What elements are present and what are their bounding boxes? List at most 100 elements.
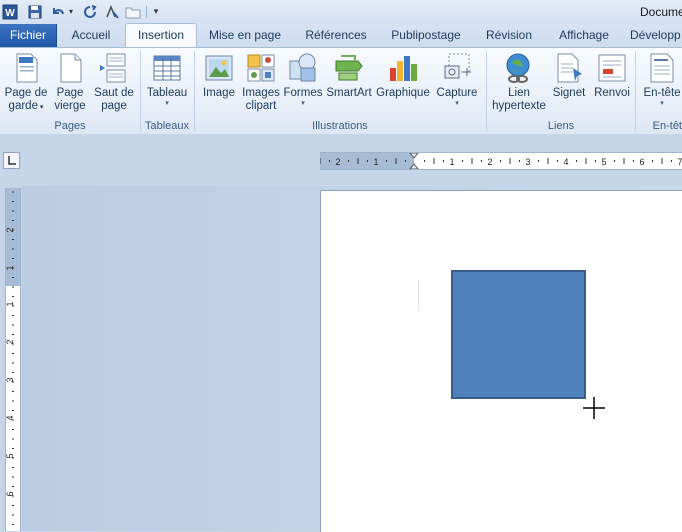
crossref-button[interactable]: Renvoi <box>591 52 633 100</box>
blank-page-button[interactable]: Page vierge <box>52 52 88 113</box>
tab-insertion[interactable]: Insertion <box>125 23 197 49</box>
ribbon-tabs: Fichier Accueil Insertion Mise en page R… <box>0 23 682 49</box>
page-break-button[interactable]: Saut de page <box>92 52 136 113</box>
word-app-icon[interactable]: W <box>2 3 18 20</box>
image-button[interactable]: Image <box>199 52 239 100</box>
ruler-label: 2 <box>6 227 15 232</box>
hyperlink-label-1: Lien <box>508 87 530 99</box>
chevron-down-icon: ▾ <box>455 100 459 107</box>
redo-icon[interactable] <box>82 3 98 20</box>
smartart-label: SmartArt <box>326 87 372 99</box>
clipart-button[interactable]: Images clipart <box>241 52 281 113</box>
ruler-label: 1 <box>6 265 15 270</box>
clipart-label-2: clipart <box>245 100 277 112</box>
tab-revision[interactable]: Révision <box>480 24 538 47</box>
chevron-down-icon: ▾ <box>37 104 44 111</box>
tab-fichier[interactable]: Fichier <box>0 24 57 47</box>
bookmark-button[interactable]: Signet <box>549 52 589 100</box>
ruler-ticks: 2 1 1 2 3 4 5 6 7 <box>320 153 682 169</box>
customize-icon[interactable]: ▾ <box>151 3 161 20</box>
group-label-illustrations: Illustrations <box>312 120 368 132</box>
clipart-icon <box>247 54 275 82</box>
screenshot-icon <box>444 53 471 79</box>
tab-selector-button[interactable] <box>3 152 20 169</box>
ruler-label: 1 <box>373 157 378 167</box>
header-icon <box>650 53 674 83</box>
toolbar-separator <box>146 6 147 18</box>
tab-accueil[interactable]: Accueil <box>66 24 116 47</box>
cover-page-label-2: garde <box>8 100 38 112</box>
crossref-label: Renvoi <box>594 87 630 99</box>
page-break-label-2: page <box>101 100 127 112</box>
hyperlink-button[interactable]: Lien hypertexte <box>489 52 549 113</box>
group-illustrations: Image Images clipart Formes ▾ SmartArt G… <box>195 48 485 134</box>
screenshot-button[interactable]: Capture ▾ <box>433 52 481 108</box>
undo-dropdown-icon[interactable]: ▾ <box>67 3 75 20</box>
header-label: En-tête <box>643 87 681 99</box>
chart-label: Graphique <box>376 87 430 99</box>
ruler-label: 6 <box>639 157 644 167</box>
chart-icon <box>390 56 417 81</box>
ribbon: Page de garde ▾ Page vierge Saut de page… <box>0 47 682 135</box>
table-button[interactable]: Tableau ▾ <box>143 52 191 108</box>
svg-text:W: W <box>5 8 15 19</box>
indent-marker[interactable] <box>409 153 419 169</box>
group-links: Lien hypertexte Signet Renvoi Liens <box>487 48 635 134</box>
chevron-down-icon: ▾ <box>301 100 305 107</box>
group-label-tables: Tableaux <box>144 120 190 132</box>
chevron-down-icon: ▾ <box>660 100 664 107</box>
cover-page-label-1: Page de <box>4 87 48 99</box>
group-pages: Page de garde ▾ Page vierge Saut de page… <box>0 48 140 134</box>
tab-stop-icon <box>8 156 16 165</box>
group-label-links: Liens <box>547 120 575 132</box>
ruler-label: 2 <box>335 157 340 167</box>
ruler-label: 3 <box>6 377 15 382</box>
ruler-label: 1 <box>6 301 15 306</box>
page-break-label-1: Saut de <box>94 87 134 99</box>
vertical-ruler[interactable]: 2 1 1 2 3 4 5 6 <box>5 188 21 531</box>
tab-developpeur[interactable]: Développ <box>630 24 682 47</box>
format-painter-icon[interactable] <box>104 3 120 20</box>
folder-icon[interactable] <box>125 3 141 20</box>
rectangle-shape[interactable] <box>451 270 586 399</box>
shapes-icon <box>289 53 316 82</box>
page-break-icon <box>100 53 126 83</box>
hyperlink-icon <box>506 53 530 83</box>
save-icon[interactable] <box>27 3 43 20</box>
ruler-label: 7 <box>677 157 682 167</box>
image-icon <box>205 55 233 81</box>
crosshair-cursor-icon <box>583 397 605 419</box>
smartart-button[interactable]: SmartArt <box>325 52 373 100</box>
screenshot-label: Capture <box>436 87 478 99</box>
group-label-header: En-têt <box>652 120 682 132</box>
smartart-icon <box>335 55 363 81</box>
group-tables: Tableau ▾ Tableaux <box>141 48 193 134</box>
ruler-label: 2 <box>487 157 492 167</box>
image-label: Image <box>203 87 235 99</box>
ruler-ticks: 2 1 1 2 3 4 5 6 <box>6 191 15 525</box>
horizontal-ruler[interactable]: 2 1 1 2 3 4 5 6 7 <box>320 152 682 170</box>
group-label-pages: Pages <box>54 120 86 132</box>
tab-publipostage[interactable]: Publipostage <box>386 24 466 47</box>
chevron-down-icon: ▾ <box>165 100 169 107</box>
bookmark-icon <box>557 53 582 83</box>
cover-page-icon <box>16 53 38 83</box>
ruler-label: 5 <box>6 453 15 458</box>
tab-references[interactable]: Références <box>300 24 372 47</box>
header-button[interactable]: En-tête ▾ <box>640 52 682 108</box>
table-icon <box>153 55 181 81</box>
window-title: Docume <box>640 5 682 19</box>
ruler-label: 4 <box>6 415 15 420</box>
cross-reference-icon <box>598 54 626 82</box>
tab-affichage[interactable]: Affichage <box>552 24 616 47</box>
undo-icon[interactable] <box>50 3 66 20</box>
blank-page-label-1: Page <box>56 87 84 99</box>
ruler-label: 2 <box>6 339 15 344</box>
shapes-button[interactable]: Formes ▾ <box>283 52 323 108</box>
table-label: Tableau <box>146 87 188 99</box>
tab-mise-en-page[interactable]: Mise en page <box>204 24 286 47</box>
title-bar: W ▾ ▾ Docume <box>0 0 682 24</box>
shapes-label: Formes <box>283 87 323 99</box>
cover-page-button[interactable]: Page de garde ▾ <box>4 52 48 114</box>
chart-button[interactable]: Graphique <box>375 52 431 100</box>
